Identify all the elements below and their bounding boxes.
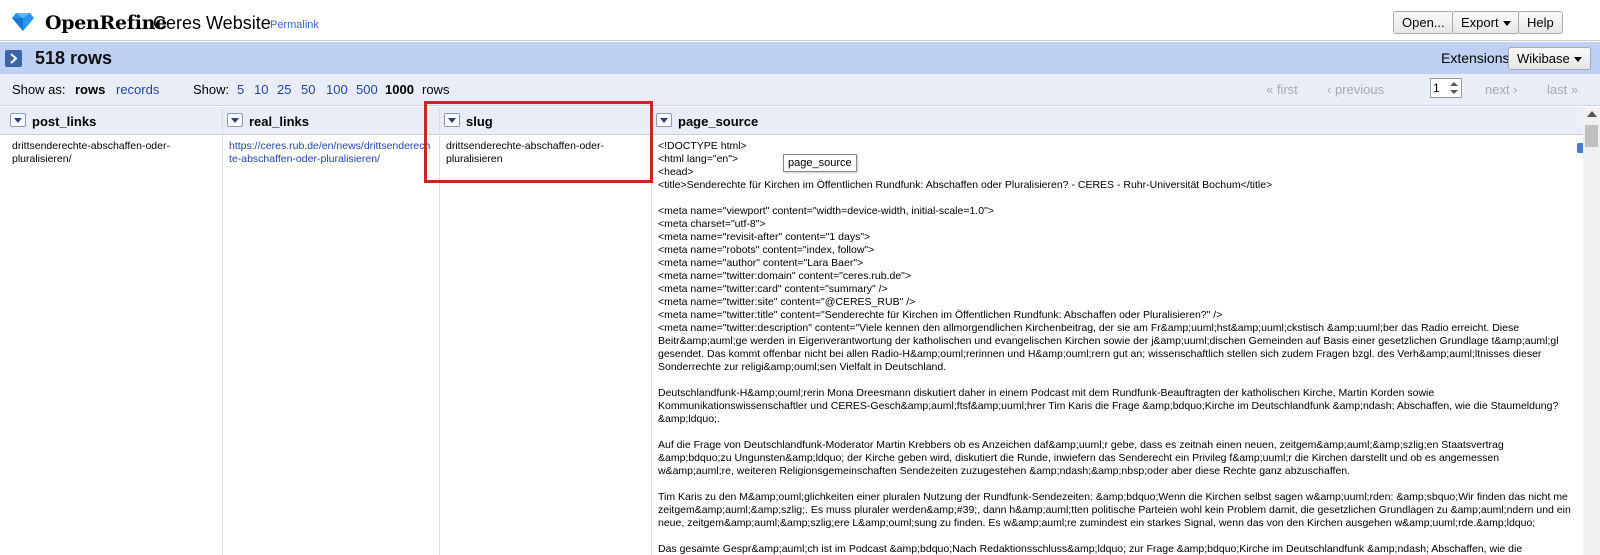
caret-down-icon xyxy=(1502,21,1511,27)
column-header-post-links[interactable]: post_links xyxy=(6,107,223,135)
app-logo[interactable]: OpenRefine xyxy=(45,12,167,34)
page-size-25[interactable]: 25 xyxy=(277,82,291,97)
chevron-right-icon xyxy=(10,53,18,64)
slug-cell-highlight xyxy=(424,101,653,183)
show-as-label: Show as: xyxy=(12,82,66,97)
view-mode-rows[interactable]: rows xyxy=(75,82,105,97)
wikibase-button[interactable]: Wikibase xyxy=(1508,47,1591,70)
previous-page-link[interactable]: ‹ previous xyxy=(1327,82,1384,97)
column-tooltip: page_source xyxy=(783,154,857,172)
permalink-link[interactable]: Permalink xyxy=(270,19,319,31)
export-label: Export xyxy=(1461,15,1499,30)
toggle-left-panel-button[interactable] xyxy=(5,50,22,67)
data-table: post_links real_links slug page_source d… xyxy=(0,107,1600,555)
caret-down-icon xyxy=(1573,57,1582,63)
view-controls-bar: Show as: rows records Show: 5 10 25 50 1… xyxy=(0,74,1600,106)
column-header-page-source[interactable]: page_source xyxy=(652,107,1583,135)
rows-count: 518 rows xyxy=(35,48,113,68)
extensions-label: Extensions xyxy=(1441,50,1510,66)
view-mode-records[interactable]: records xyxy=(116,82,159,97)
column-menu-dropdown-icon[interactable] xyxy=(656,113,672,127)
first-page-link[interactable]: « first xyxy=(1266,82,1298,97)
page-number-input[interactable]: 1 xyxy=(1430,78,1462,98)
page-number-value: 1 xyxy=(1433,81,1440,95)
export-button[interactable]: Export xyxy=(1452,11,1520,34)
open-button[interactable]: Open... xyxy=(1393,11,1454,34)
column-menu-dropdown-icon[interactable] xyxy=(10,113,26,127)
summary-bar: 518 rows Extensions Wikibase xyxy=(0,42,1600,74)
column-header-real-links[interactable]: real_links xyxy=(223,107,440,135)
page-size-500[interactable]: 500 xyxy=(356,82,378,97)
spinner-icon[interactable] xyxy=(1449,81,1459,95)
last-page-link[interactable]: last » xyxy=(1547,82,1578,97)
column-name: post_links xyxy=(32,114,97,129)
scroll-up-icon[interactable] xyxy=(1587,111,1597,117)
diamond-logo-icon xyxy=(12,13,34,31)
cell-slug[interactable]: drittsenderechte-abschaffen-oder-plurali… xyxy=(440,136,652,555)
cell-real-links[interactable]: https://ceres.rub.de/en/news/drittsender… xyxy=(223,136,440,555)
rows-suffix: rows xyxy=(422,82,450,97)
vertical-scrollbar[interactable] xyxy=(1583,107,1600,555)
page-size-1000[interactable]: 1000 xyxy=(385,82,414,97)
column-name: page_source xyxy=(678,114,759,129)
cell-page-source[interactable]: <!DOCTYPE html> <html lang="en"> <head> … xyxy=(652,136,1583,555)
show-label: Show: xyxy=(193,82,230,97)
scrollbar-thumb[interactable] xyxy=(1585,125,1598,147)
column-headers: post_links real_links slug page_source xyxy=(0,107,1600,135)
app-header: OpenRefine Ceres Website Permalink Open.… xyxy=(0,0,1600,41)
next-page-link[interactable]: next › xyxy=(1485,82,1518,97)
column-name: real_links xyxy=(249,114,309,129)
column-menu-dropdown-icon[interactable] xyxy=(227,113,243,127)
page-source-text: <!DOCTYPE html> <html lang="en"> <head> … xyxy=(658,140,1571,555)
page-size-5[interactable]: 5 xyxy=(237,82,244,97)
page-size-10[interactable]: 10 xyxy=(254,82,268,97)
help-button[interactable]: Help xyxy=(1518,11,1563,34)
page-size-100[interactable]: 100 xyxy=(326,82,348,97)
cell-post-links[interactable]: drittsenderechte-abschaffen-oder-plurali… xyxy=(6,136,223,555)
project-name[interactable]: Ceres Website xyxy=(153,13,271,34)
page-size-50[interactable]: 50 xyxy=(301,82,315,97)
wikibase-label: Wikibase xyxy=(1517,51,1570,66)
